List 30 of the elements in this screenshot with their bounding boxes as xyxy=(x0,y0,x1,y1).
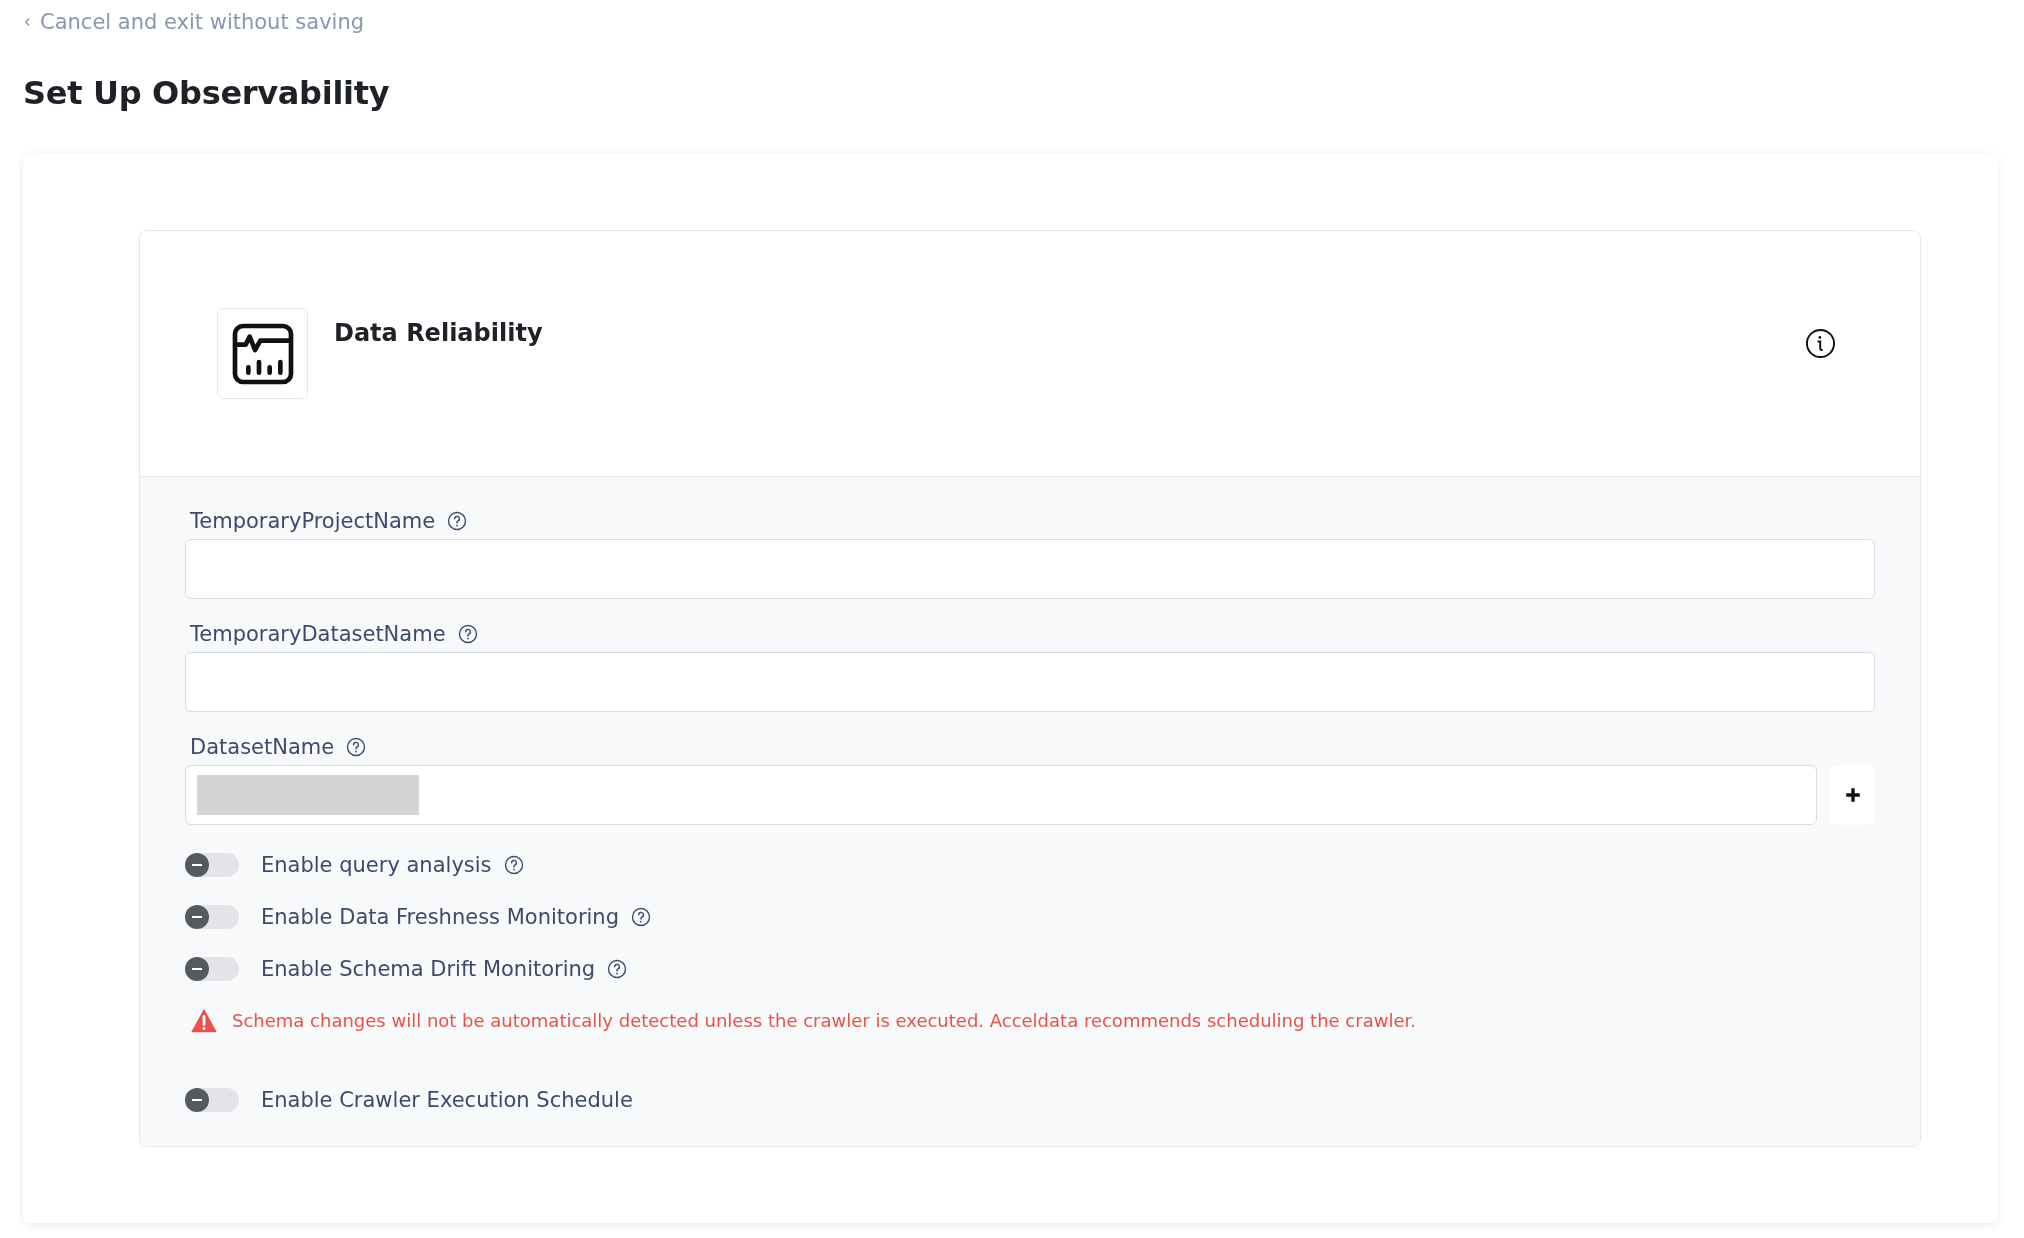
toggle-switch[interactable] xyxy=(185,905,239,929)
dataset-select-field[interactable] xyxy=(185,765,1817,825)
monitor-chart-icon xyxy=(230,321,295,386)
text-input-field[interactable] xyxy=(185,539,1875,599)
chevron-left-icon xyxy=(23,16,32,28)
page-title: Set Up Observability xyxy=(23,74,391,112)
warning-message: Schema changes will not be automatically detected unless the crawler is executed. Acceldata recommends scheduling the crawler. xyxy=(232,1010,1416,1031)
help-icon[interactable] xyxy=(447,511,468,531)
card-title: Data Reliability xyxy=(334,319,544,347)
toggle-label: Enable query analysis xyxy=(261,853,492,877)
field-label: DatasetName xyxy=(190,735,335,759)
plus-icon xyxy=(1843,786,1862,804)
toggle-label: Enable Crawler Execution Schedule xyxy=(261,1088,633,1112)
back-link[interactable]: Cancel and exit without saving xyxy=(23,10,365,34)
field-label: TemporaryDatasetName xyxy=(190,622,446,646)
toggle-switch[interactable] xyxy=(185,957,239,981)
help-icon[interactable] xyxy=(346,737,367,757)
toggle-switch[interactable] xyxy=(185,1088,239,1112)
info-icon[interactable] xyxy=(1805,328,1836,359)
warning-icon xyxy=(190,1007,218,1034)
toggle-label: Enable Schema Drift Monitoring xyxy=(261,957,596,981)
help-icon[interactable] xyxy=(607,959,628,979)
toggle-switch[interactable] xyxy=(185,853,239,877)
help-icon[interactable] xyxy=(631,907,651,927)
add-button[interactable] xyxy=(1830,765,1875,825)
help-icon[interactable] xyxy=(457,624,478,644)
help-icon[interactable] xyxy=(503,855,524,875)
toggle-label: Enable Data Freshness Monitoring xyxy=(261,905,619,929)
field-label: TemporaryProjectName xyxy=(190,509,436,533)
text-input-field[interactable] xyxy=(185,652,1875,712)
